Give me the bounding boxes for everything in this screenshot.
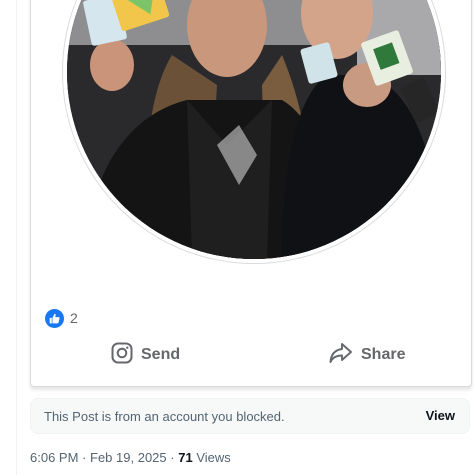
notice-text: This Post is from an account you blocked… <box>44 409 285 424</box>
reaction-count: 2 <box>70 310 78 326</box>
reactions-summary[interactable]: 2 <box>45 308 78 328</box>
meta-separator: · <box>82 450 87 465</box>
post-time[interactable]: 6:06 PM <box>30 450 78 465</box>
post-detail: 2 Send Share This Post is from an accoun… <box>0 0 474 475</box>
send-label: Send <box>141 346 181 363</box>
photo-image <box>67 0 441 259</box>
embedded-post-card[interactable]: 2 Send Share <box>30 0 472 387</box>
card-actions: Send Share <box>31 338 471 374</box>
instagram-icon <box>111 342 133 369</box>
views-label: Views <box>196 450 231 465</box>
share-button[interactable]: Share <box>329 338 405 372</box>
views-count: 71 <box>178 450 193 465</box>
share-arrow-icon <box>329 342 353 369</box>
share-label: Share <box>361 346 406 363</box>
post-date[interactable]: Feb 19, 2025 <box>90 450 167 465</box>
send-button[interactable]: Send <box>111 338 180 372</box>
profile-photo[interactable] <box>67 0 441 259</box>
like-icon <box>45 308 64 328</box>
timeline-border <box>16 0 17 475</box>
view-button[interactable]: View <box>426 408 455 423</box>
post-meta: 6:06 PM · Feb 19, 2025 · 71 Views <box>30 450 231 465</box>
blocked-account-notice: This Post is from an account you blocked… <box>30 398 470 434</box>
meta-separator: · <box>170 450 175 465</box>
